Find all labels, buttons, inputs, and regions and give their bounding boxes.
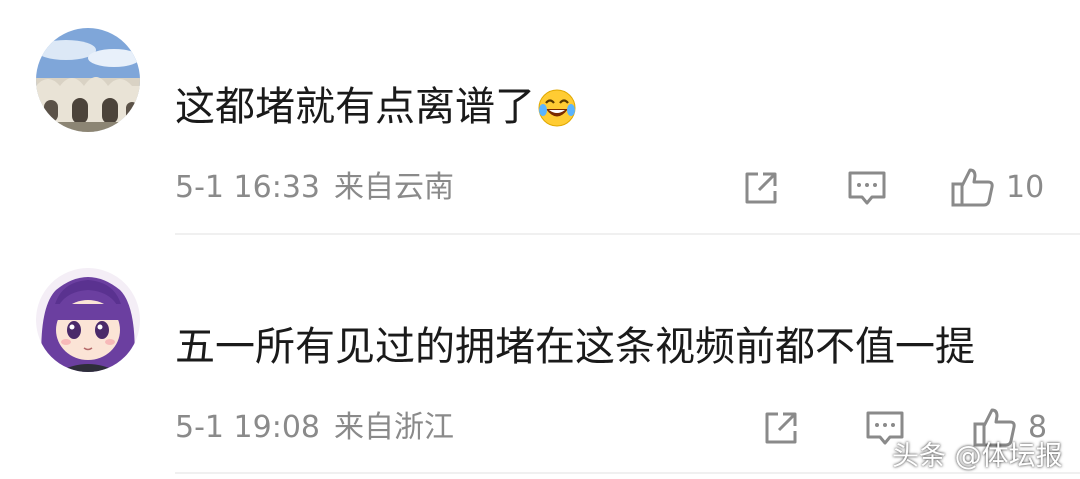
comment-date: 5-1 19:08 [175,410,320,445]
user-avatar[interactable] [36,268,140,372]
comment-location: 来自云南 [334,170,454,205]
comment-meta: 5-1 19:08 来自浙江 [175,408,454,448]
reply-button[interactable] [846,168,888,208]
comment-text: 这都堵就有点离谱了 [175,82,577,140]
comment-divider [175,233,1080,235]
share-button[interactable] [741,168,781,208]
share-icon [765,412,797,444]
comment-date: 5-1 16:33 [175,170,320,205]
share-button[interactable] [761,408,801,448]
share-icon [745,172,777,204]
like-count: 10 [1006,169,1045,205]
laughing-tears-emoji-icon [537,88,577,140]
avatar-anime-girl-purple-hair-image [36,268,140,372]
comment-list: 这都堵就有点离谱了 5-1 16:33 来自云南 10 五一所有见过的拥堵在这条… [0,0,1080,479]
watermark: 头条 @体坛报 [892,441,1063,472]
comment-icon [848,171,886,205]
avatar-building-sky-image [36,28,140,132]
comment-location: 来自浙江 [334,410,454,445]
thumbs-up-icon [951,168,994,207]
user-avatar[interactable] [36,28,140,132]
comment-text: 五一所有见过的拥堵在这条视频前都不值一提 [175,324,975,370]
like-button[interactable]: 10 [950,166,1044,208]
comment-text-content: 这都堵就有点离谱了 [175,84,535,130]
comment-meta: 5-1 16:33 来自云南 [175,168,454,208]
